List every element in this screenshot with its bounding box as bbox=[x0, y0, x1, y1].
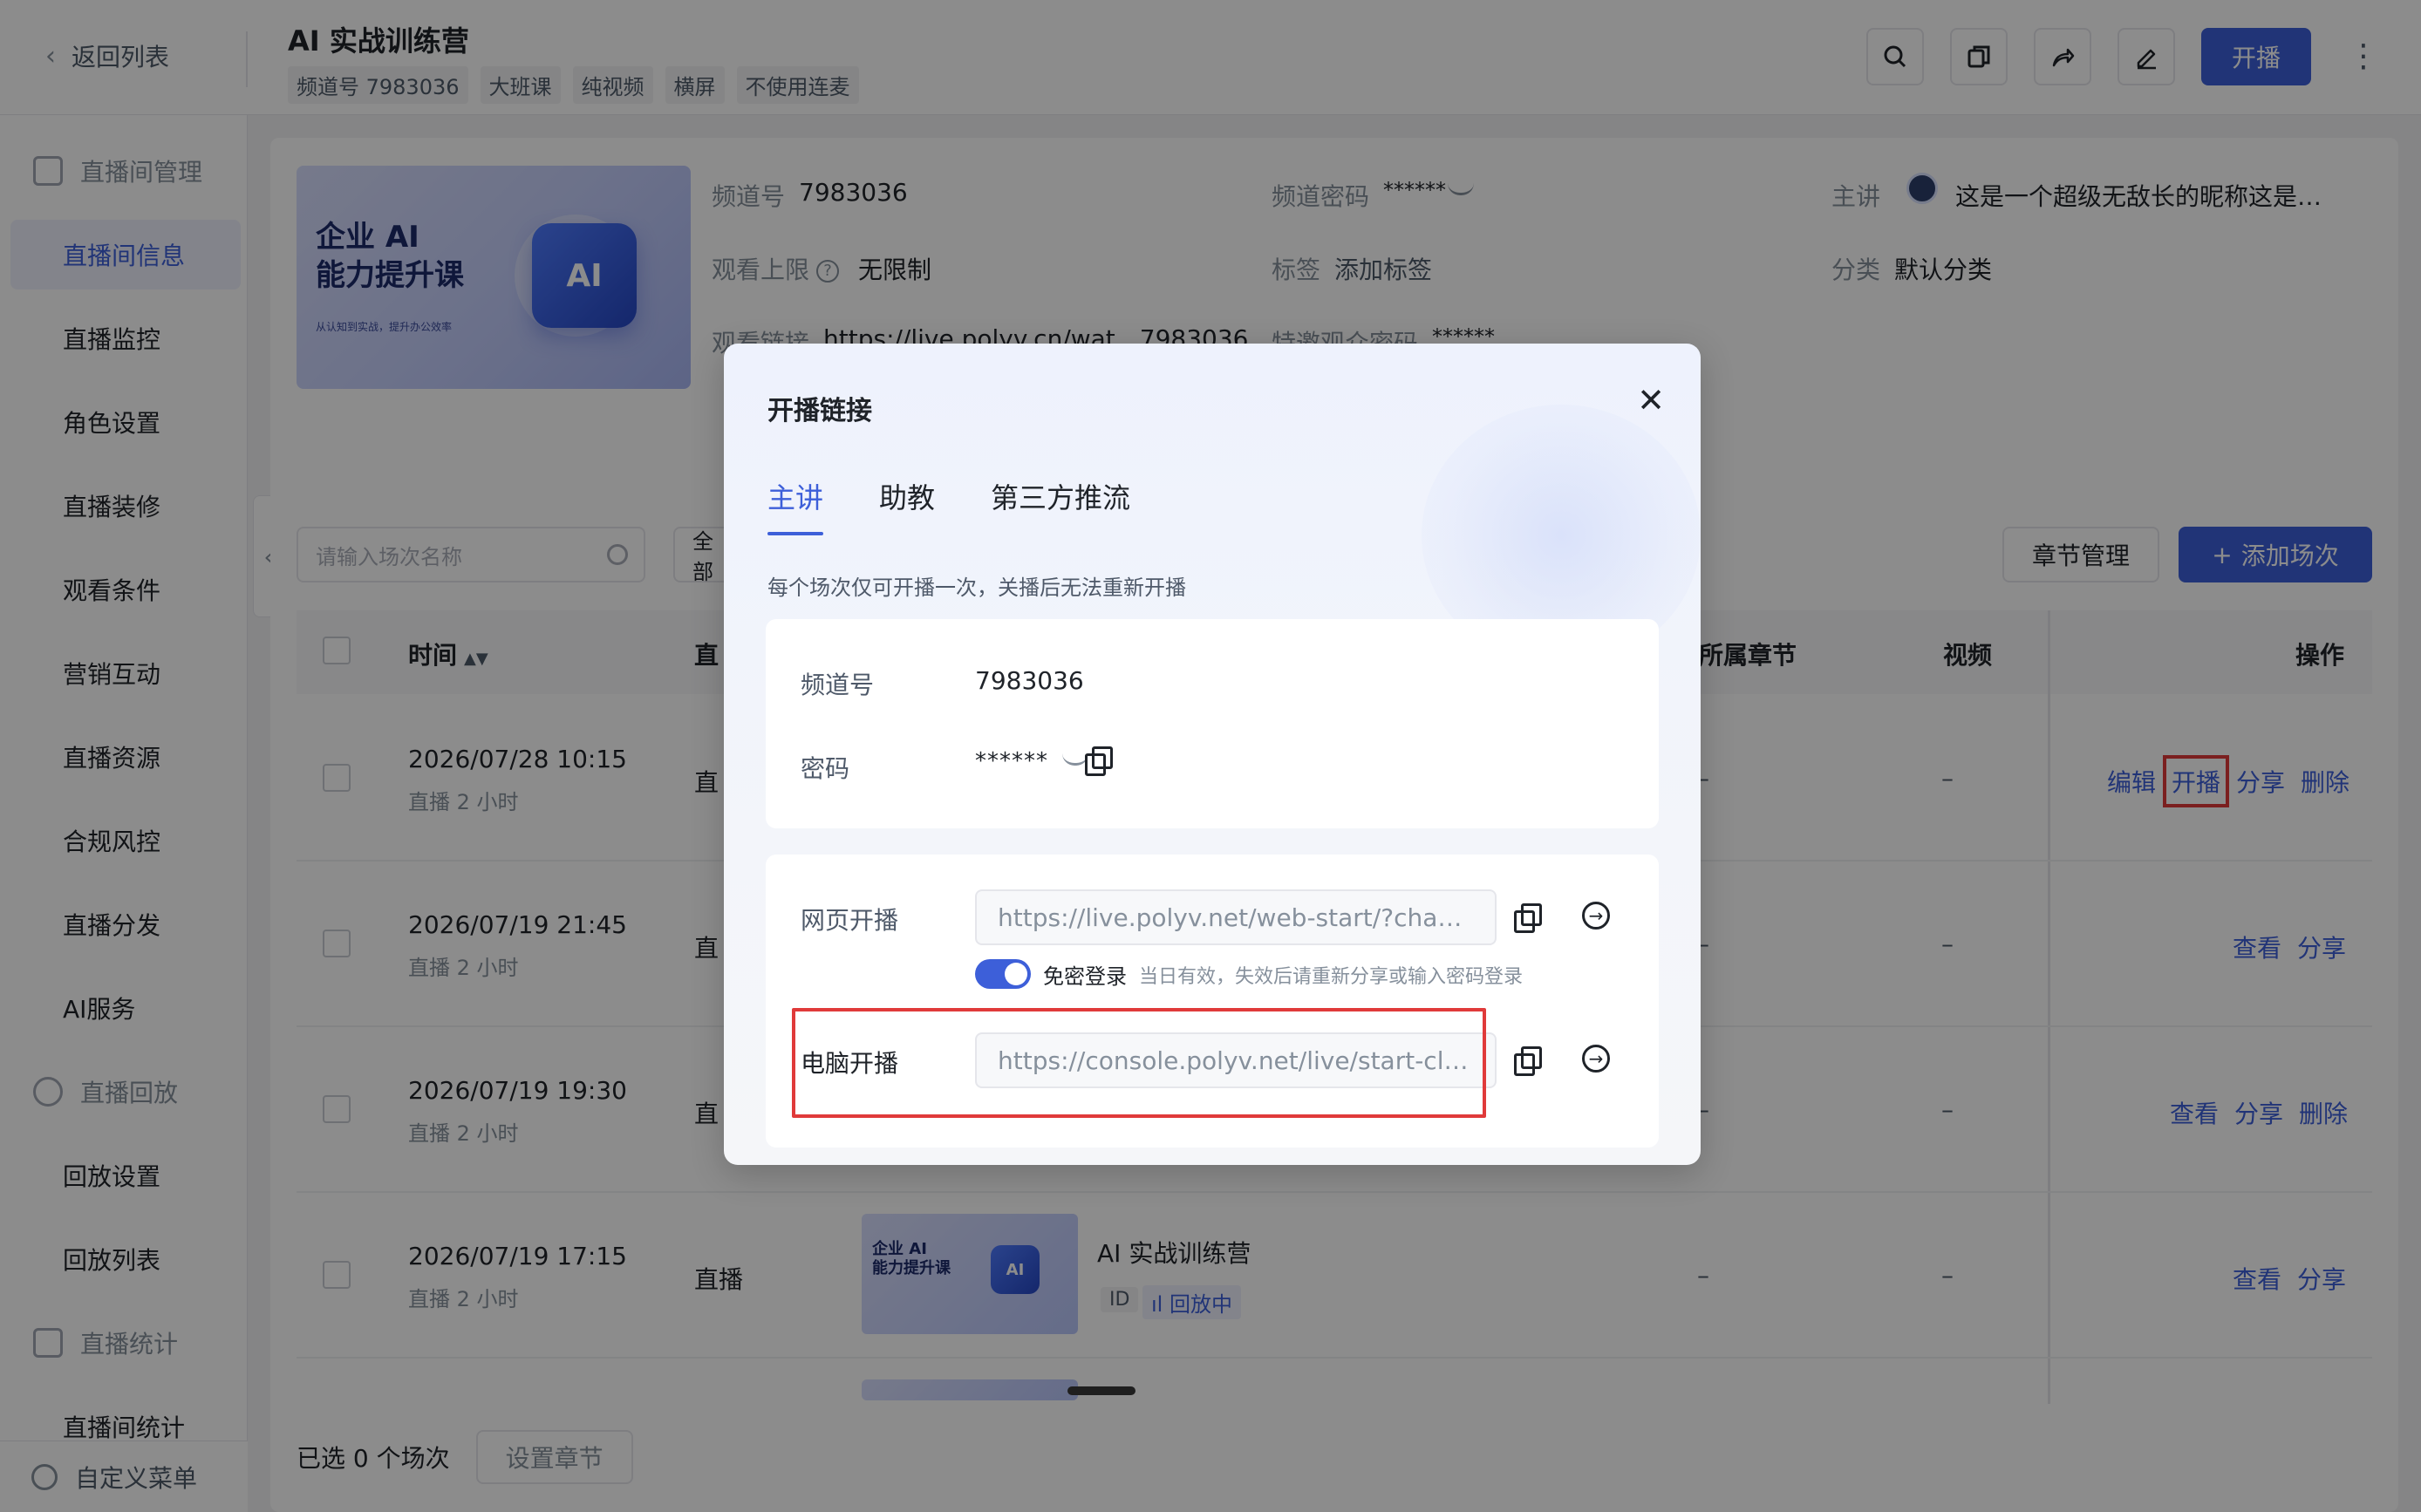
dialog-note: 每个场次仅可开播一次，关播后无法重新开播 bbox=[767, 576, 1186, 600]
close-icon[interactable]: ✕ bbox=[1631, 380, 1671, 420]
password-free-label: 免密登录 bbox=[1043, 964, 1127, 989]
password-free-hint: 当日有效，失效后请重新分享或输入密码登录 bbox=[1139, 966, 1524, 988]
password-free-toggle[interactable] bbox=[975, 959, 1031, 989]
open-link-icon[interactable]: → bbox=[1582, 1045, 1610, 1073]
channel-no-value: 7983036 bbox=[975, 666, 1084, 695]
pc-start-highlight-box bbox=[792, 1008, 1486, 1118]
channel-no-label: 频道号 bbox=[801, 671, 875, 699]
copy-icon[interactable] bbox=[1085, 746, 1113, 776]
password-label: 密码 bbox=[801, 754, 850, 783]
tab-assistant[interactable]: 助教 bbox=[879, 476, 935, 535]
tab-third-party-push[interactable]: 第三方推流 bbox=[991, 476, 1130, 535]
open-link-icon[interactable]: → bbox=[1582, 902, 1610, 930]
copy-icon[interactable] bbox=[1514, 1046, 1542, 1076]
web-start-label: 网页开播 bbox=[801, 906, 899, 935]
credentials-card: 频道号 7983036 密码 ****** bbox=[766, 619, 1659, 828]
tab-host[interactable]: 主讲 bbox=[767, 476, 824, 535]
password-value: ****** bbox=[975, 748, 1048, 774]
web-start-url-field[interactable]: https://live.polyv.net/web-start/?channe… bbox=[975, 889, 1497, 945]
copy-icon[interactable] bbox=[1514, 903, 1542, 933]
dialog-title: 开播链接 bbox=[767, 396, 872, 426]
role-tabs: 主讲 助教 第三方推流 bbox=[767, 476, 1130, 535]
